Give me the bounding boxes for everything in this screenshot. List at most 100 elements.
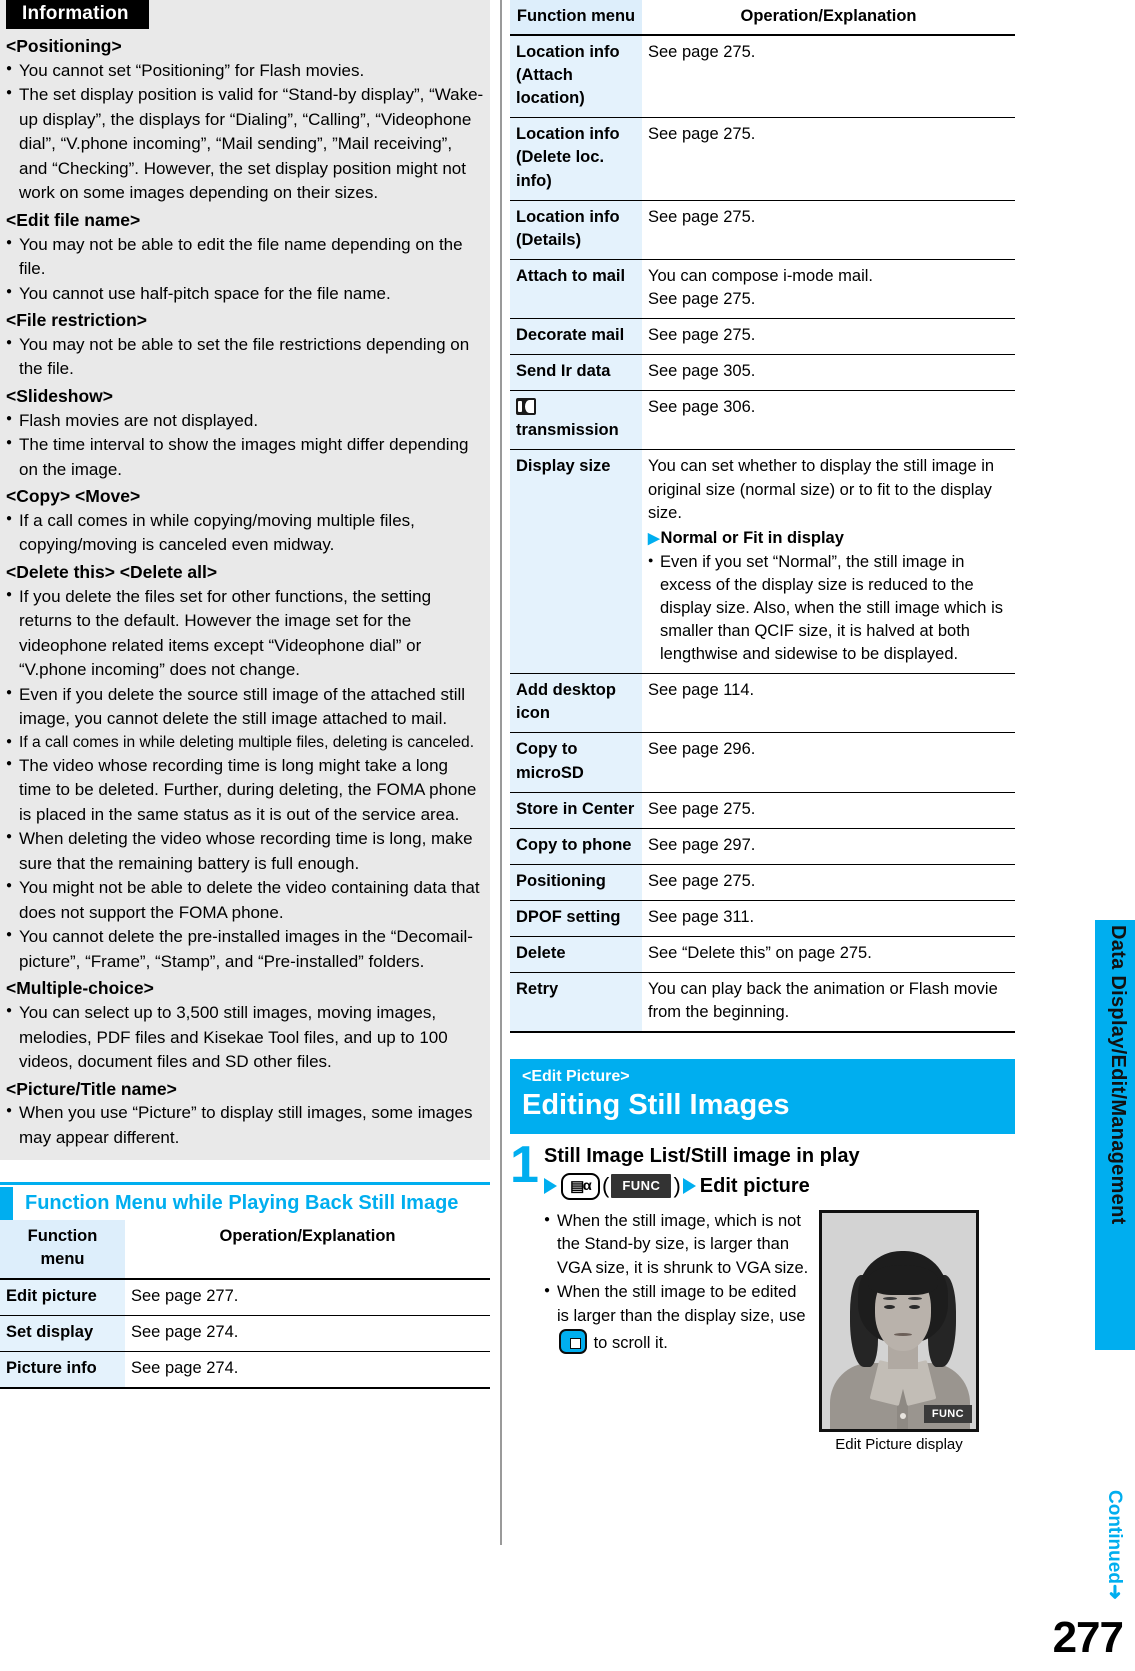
cell-operation: See page 275. [642,792,1015,829]
info-heading: <Picture/Title name> [6,1078,177,1099]
photo-shirt-button [900,1412,906,1419]
func-chip-label: FUNC [611,1174,672,1199]
info-heading: <Edit file name> [6,209,141,230]
continued-label: Continued➜ [1103,1490,1125,1600]
cell-operation: You can compose i-mode mail. See page 27… [642,259,1015,320]
table-row: Location info (Delete loc. info) See pag… [510,117,1015,201]
edit-picture-banner: <Edit Picture> Editing Still Images [510,1059,1015,1134]
info-heading: <Slideshow> [6,385,113,406]
info-heading: <Multiple-choice> [6,978,154,999]
step-bullet-part1: When the still image to be edited is lar… [557,1283,806,1326]
cell-operation: See page 305. [642,354,1015,392]
step-action-label: Edit picture [699,1175,810,1198]
screen-func-softkey-label: FUNC [923,1404,972,1423]
right-column: Function menu Operation/Explanation Loca… [510,0,1015,1453]
cell-operation: See “Delete this” on page 275. [642,936,1015,974]
info-bullet: You cannot use half-pitch space for the … [6,282,484,306]
cell-function: DPOF setting [510,900,642,938]
info-bullet: You may not be able to edit the file nam… [6,233,484,282]
information-box: Information <Positioning> You cannot set… [0,0,490,1161]
table-header-row: Function menu Operation/Explanation [510,0,1015,37]
table-row: Copy to phone See page 297. [510,828,1015,865]
edit-picture-screenshot: FUNC Edit Picture display [819,1209,979,1453]
info-heading: <File restriction> [6,309,148,330]
cell-function-line2: (Attach location) [516,66,585,108]
table-row: DPOF setting See page 311. [510,900,1015,938]
info-bullet: You cannot set “Positioning” for Flash m… [6,59,484,83]
cell-function-line1: Location info [516,43,620,62]
cell-function: Display size [510,449,642,675]
cell-operation: See page 311. [642,900,1015,938]
info-bullet: If a call comes in while copying/moving … [6,509,484,558]
table-row: Add desktop icon See page 114. [510,673,1015,734]
cell-operation: You can play back the animation or Flash… [642,972,1015,1034]
info-bullet: When deleting the video whose recording … [6,827,484,876]
table-row: Send Ir data See page 305. [510,354,1015,392]
cell-function: Delete [510,936,642,974]
triangle-icon: ▶ [648,529,660,547]
phone-screen-photo: FUNC [819,1209,979,1432]
step-notes: When the still image, which is not the S… [544,1210,809,1453]
cell-function: Retry [510,972,642,1034]
cell-function: Add desktop icon [510,673,642,734]
section-heading-text: Function Menu while Playing Back Still I… [25,1192,459,1215]
table-row: Delete See “Delete this” on page 275. [510,936,1015,974]
chapter-tab-label: Data Display/Edit/Management [1107,925,1129,1225]
cell-operation: See page 275. [642,318,1015,356]
triangle-right-icon [682,1178,696,1195]
cell-operation: See page 275. [642,35,1015,119]
col-header-operation: Operation/Explanation [642,0,1015,37]
cell-operation: You can set whether to display the still… [642,449,1015,675]
cell-operation-line2: See page 275. [648,289,756,308]
cell-function-line2: (Details) [516,230,582,249]
col-header-operation: Operation/Explanation [125,1220,490,1280]
info-bullet: The set display position is valid for “S… [6,83,484,205]
continued-text: Continued [1104,1490,1125,1584]
cell-function: Edit picture [0,1278,125,1316]
step-title: Still Image List/Still image in play [544,1144,860,1167]
table-row: Store in Center See page 275. [510,792,1015,829]
cell-function-line1: Add desktop [516,681,616,700]
cell-function: Decorate mail [510,318,642,356]
section-heading: Function Menu while Playing Back Still I… [0,1182,490,1221]
cell-function: Location info (Details) [510,200,642,260]
cell-function: Store in Center [510,792,642,829]
cell-function: Send Ir data [510,354,642,392]
table-row: Display size You can set whether to disp… [510,449,1015,675]
cell-operation: See page 114. [642,673,1015,734]
photo-eyebrow-left [883,1296,897,1300]
table-row: Copy to microSD See page 296. [510,732,1015,793]
table-row: Decorate mail See page 275. [510,318,1015,356]
cell-function: Set display [0,1315,125,1352]
left-column: Information <Positioning> You cannot set… [0,0,490,1389]
table-row: Picture info See page 274. [0,1351,490,1389]
table-row: transmission See page 306. [510,390,1015,451]
cell-function-line2: (Delete loc. info) [516,148,605,190]
table-row: Location info (Details) See page 275. [510,200,1015,260]
step-bullet-part2: to scroll it. [593,1334,668,1353]
cell-operation-subheading-text: Normal or Fit in display [660,528,844,547]
triangle-right-icon [544,1178,557,1195]
edit-picture-eyebrow: <Edit Picture> [522,1068,630,1086]
cell-function-line2: microSD [516,763,584,782]
photo-mouth [894,1332,912,1336]
photo-fringe [868,1264,938,1295]
manual-page: Information <Positioning> You cannot set… [0,0,1135,1671]
ic-transmission-icon [516,398,536,416]
cell-operation-text: You can set whether to display the still… [648,457,995,522]
photo-eye-right [909,1304,920,1309]
photo-caption: Edit Picture display [835,1435,963,1453]
table-row: Set display See page 274. [0,1315,490,1352]
cell-function-line1: Location info [516,207,620,226]
i-mode-menu-key-icon: ▤ α [561,1172,600,1200]
table-row: Location info (Attach location) See page… [510,35,1015,119]
col-header-function-menu: Function menu [510,0,642,37]
function-menu-table-right: Function menu Operation/Explanation Loca… [510,0,1015,1034]
info-heading: <Positioning> [6,36,122,56]
info-heading: <Copy> <Move> [6,486,141,507]
information-tag: Information [6,0,149,29]
cell-operation: See page 296. [642,732,1015,793]
cell-function: Attach to mail [510,259,642,320]
cell-operation: See page 277. [125,1278,490,1316]
section-accent-bar [0,1187,13,1221]
